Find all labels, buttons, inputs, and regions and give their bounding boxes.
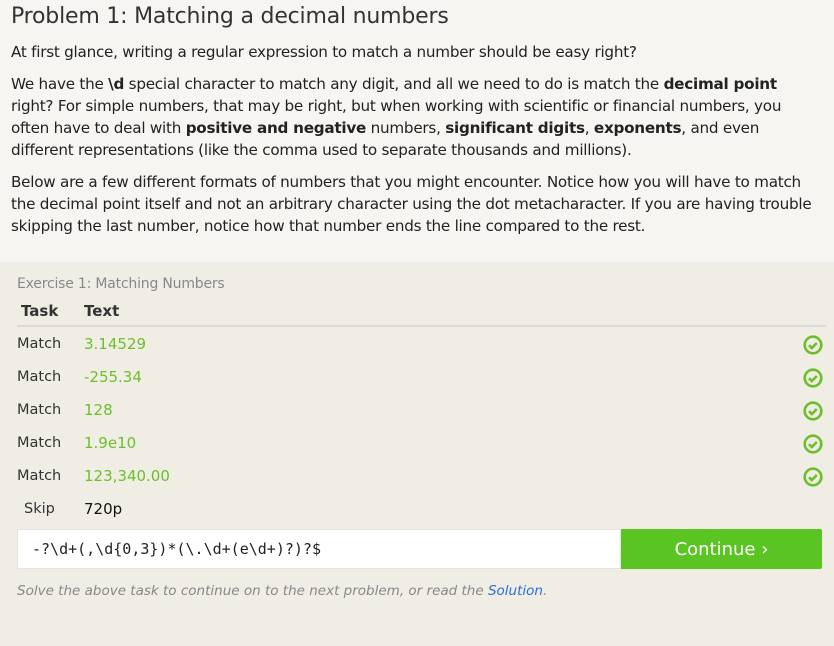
check-circle-icon bbox=[803, 368, 823, 388]
footer-end: . bbox=[542, 583, 548, 599]
problem-section: Problem 1: Matching a decimal numbers At… bbox=[0, 0, 834, 262]
intro-paragraph: At first glance, writing a regular expre… bbox=[11, 43, 637, 61]
task-label: Match bbox=[17, 467, 62, 484]
task-label: Skip bbox=[24, 500, 55, 517]
task-label: Match bbox=[17, 401, 62, 418]
task-label: Match bbox=[17, 434, 62, 451]
formats-paragraph: Below are a few different formats of num… bbox=[11, 173, 812, 235]
text-run: , bbox=[584, 119, 594, 137]
detail-paragraph: We have the \d special character to matc… bbox=[11, 73, 822, 161]
page-title: Problem 1: Matching a decimal numbers bbox=[11, 4, 449, 29]
table-row: Match 123,340.00 bbox=[17, 459, 823, 492]
table-row: Match -255.34 bbox=[17, 360, 823, 393]
table-row: Match 1.9e10 bbox=[17, 426, 823, 459]
bold-term: significant digits bbox=[445, 119, 585, 137]
exercise-panel: Exercise 1: Matching Numbers Task Text Ma… bbox=[0, 262, 834, 599]
table-row: Match 3.14529 bbox=[17, 327, 823, 360]
footer-text: Solve the above task to continue on to t… bbox=[17, 583, 488, 599]
bold-term: exponents bbox=[593, 119, 682, 137]
check-circle-icon bbox=[803, 434, 823, 454]
footer-hint: Solve the above task to continue on to t… bbox=[17, 583, 822, 599]
table-row: Skip 720p bbox=[17, 492, 822, 525]
task-text: 3.14529 bbox=[84, 334, 147, 353]
check-circle-icon bbox=[803, 401, 823, 421]
text-run: numbers, bbox=[366, 119, 446, 137]
table-row: Match 128 bbox=[17, 393, 823, 426]
task-label: Match bbox=[17, 335, 62, 352]
continue-button[interactable]: Continue › bbox=[621, 529, 822, 569]
text-run: We have the bbox=[11, 75, 109, 93]
task-text: 1.9e10 bbox=[84, 433, 137, 452]
bold-term: decimal point bbox=[663, 75, 778, 93]
bold-term: positive and negative bbox=[185, 119, 367, 137]
task-text: -255.34 bbox=[84, 367, 142, 386]
regex-input[interactable]: -?\d+(,\d{0,3})*(\.\d+(e\d+)?)?$ bbox=[17, 529, 621, 569]
check-circle-icon bbox=[803, 335, 823, 355]
exercise-title: Exercise 1: Matching Numbers bbox=[17, 276, 225, 292]
check-circle-icon bbox=[803, 467, 823, 487]
task-text: 128 bbox=[84, 400, 113, 419]
bold-term: \d bbox=[108, 75, 125, 93]
table-header: Task Text bbox=[17, 302, 826, 327]
solution-link[interactable]: Solution bbox=[488, 583, 543, 599]
text-run: special character to match any digit, an… bbox=[124, 75, 664, 93]
task-text: 123,340.00 bbox=[84, 466, 170, 485]
column-text: Text bbox=[84, 302, 120, 320]
task-label: Match bbox=[17, 368, 62, 385]
task-text: 720p bbox=[84, 499, 123, 518]
column-task: Task bbox=[21, 302, 59, 320]
